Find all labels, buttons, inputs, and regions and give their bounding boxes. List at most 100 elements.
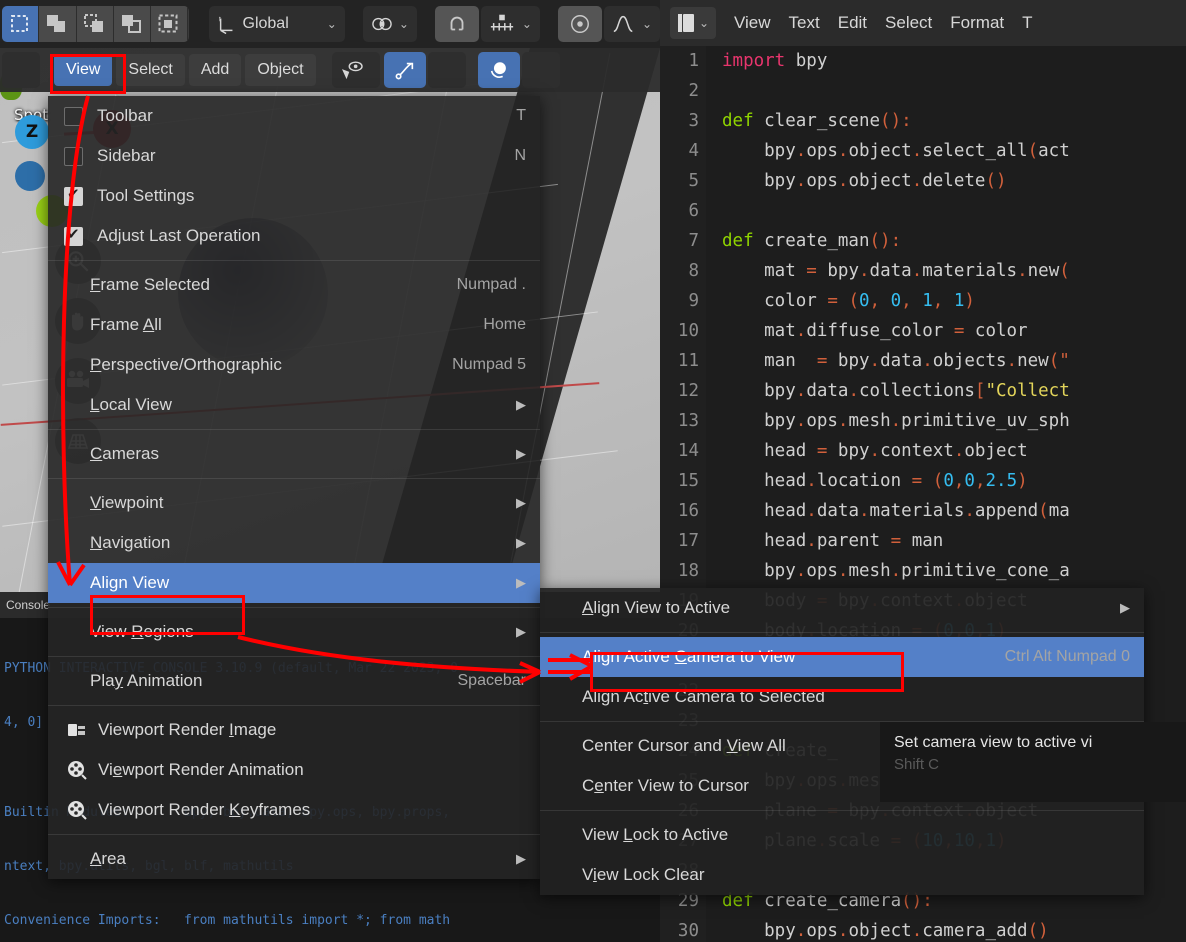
box-select-icon[interactable]	[39, 6, 77, 42]
view-menu-item-viewport-render-keyframes[interactable]: Viewport Render Keyframes	[48, 790, 540, 830]
checkbox-checked-icon[interactable]	[64, 185, 83, 206]
code-source[interactable]: def create_man():	[706, 226, 901, 256]
editor-menu-edit[interactable]: Edit	[838, 13, 867, 33]
menu-item-label: Play Animation	[90, 671, 203, 690]
menu-add[interactable]: Add	[188, 54, 242, 86]
circle-select-icon[interactable]	[76, 6, 114, 42]
code-source[interactable]: bpy.ops.object.camera_add()	[706, 916, 1049, 942]
chevron-down-icon[interactable]: ⌄	[327, 17, 337, 31]
chevron-down-icon[interactable]: ⌄	[522, 17, 532, 31]
code-source[interactable]: head.parent = man	[706, 526, 943, 556]
console-editor-label[interactable]: Console	[6, 598, 50, 612]
menu-view[interactable]: View	[54, 54, 113, 86]
code-source[interactable]: bpy.ops.object.select_all(act	[706, 136, 1070, 166]
code-source[interactable]: def clear_scene():	[706, 106, 912, 136]
view-menu-item-tool-settings[interactable]: Tool Settings	[48, 176, 540, 216]
code-source[interactable]: man = bpy.data.objects.new("	[706, 346, 1070, 376]
checkbox-checked-icon[interactable]	[64, 225, 83, 246]
view-menu-item-viewport-render-image[interactable]: Viewport Render Image	[48, 710, 540, 750]
transform-orientation-dropdown[interactable]: t Global ⌄	[208, 6, 345, 42]
align-submenu-item-align-active-camera-to-selected[interactable]: Align Active Camera to Selected	[540, 677, 1144, 717]
code-source[interactable]: mat.diffuse_color = color	[706, 316, 1027, 346]
view-menu-item-frame-selected[interactable]: Frame Selected Numpad .	[48, 265, 540, 305]
view-menu-item-perspective-orthographic[interactable]: Perspective/Orthographic Numpad 5	[48, 345, 540, 385]
code-source[interactable]: head.data.materials.append(ma	[706, 496, 1070, 526]
editor-menu-templates[interactable]: T	[1022, 13, 1032, 33]
code-source[interactable]: color = (0, 0, 1, 1)	[706, 286, 975, 316]
code-source[interactable]	[706, 196, 722, 226]
tooltip-text: Set camera view to active vi	[894, 734, 1093, 751]
line-number: 30	[677, 921, 699, 941]
gizmo-z-axis-ball[interactable]: Z	[15, 115, 49, 149]
gizmo-options-dropdown[interactable]	[427, 52, 466, 88]
view-menu-item-navigation[interactable]: Navigation ▶	[48, 523, 540, 563]
pivot-point-dropdown[interactable]: ⌄	[362, 6, 417, 42]
menu-item-label: Align View to Active	[582, 598, 731, 617]
code-source[interactable]	[706, 76, 722, 106]
align-submenu-item-view-lock-clear[interactable]: View Lock Clear	[540, 855, 1144, 895]
tweak-select-icon[interactable]	[2, 6, 40, 42]
code-source[interactable]: bpy.ops.mesh.primitive_cone_a	[706, 556, 1070, 586]
code-source[interactable]: bpy.data.collections["Collect	[706, 376, 1070, 406]
editor-menu-select[interactable]: Select	[885, 13, 932, 33]
code-source[interactable]: head.location = (0,0,2.5)	[706, 466, 1028, 496]
editor-menu-format[interactable]: Format	[950, 13, 1004, 33]
view-menu-item-frame-all[interactable]: Frame All Home	[48, 305, 540, 345]
checkbox-icon[interactable]	[64, 146, 83, 166]
falloff-curve-dropdown[interactable]: ⌄	[603, 6, 660, 42]
checkbox-icon[interactable]	[64, 106, 83, 126]
menu-item-label: Viewpoint	[90, 493, 164, 512]
line-number: 9	[688, 291, 699, 311]
overlays-options-dropdown[interactable]	[521, 52, 560, 88]
editor-type-dropdown[interactable]	[2, 52, 40, 88]
code-source[interactable]: import bpy	[706, 46, 827, 76]
view-menu-item-cameras[interactable]: Cameras ▶	[48, 434, 540, 474]
console-line: Convenience Imports: from mathutils impo…	[4, 913, 451, 928]
snap-increment-dropdown[interactable]: ⌄	[480, 6, 540, 42]
line-number: 4	[688, 141, 699, 161]
align-submenu-item-align-view-to-active[interactable]: Align View to Active ▶	[540, 588, 1144, 628]
align-submenu-item-view-lock-to-active[interactable]: View Lock to Active	[540, 815, 1144, 855]
view-menu-item-play-animation[interactable]: Play Animation Spacebar	[48, 661, 540, 701]
menu-select[interactable]: Select	[116, 54, 185, 86]
proportional-editing-icon[interactable]	[557, 6, 602, 42]
view-menu-item-viewport-render-animation[interactable]: Viewport Render Animation	[48, 750, 540, 790]
text-editor-icon[interactable]: ⌄	[670, 7, 716, 39]
code-source[interactable]: head = bpy.context.object	[706, 436, 1027, 466]
gizmo-negz-axis-ball[interactable]	[15, 161, 45, 191]
proportional-edit-group: ⌄	[557, 6, 660, 42]
chevron-down-icon[interactable]: ⌄	[699, 16, 709, 30]
view-menu-item-area[interactable]: Area ▶	[48, 839, 540, 879]
view-menu-item-adjust-last-operation[interactable]: Adjust Last Operation	[48, 216, 540, 256]
chevron-down-icon[interactable]: ⌄	[399, 17, 409, 31]
object-visibility-dropdown[interactable]	[331, 52, 380, 88]
view-menu-item-local-view[interactable]: Local View ▶	[48, 385, 540, 425]
view-menu-item-viewpoint[interactable]: Viewpoint ▶	[48, 483, 540, 523]
code-source[interactable]: mat = bpy.data.materials.new(	[706, 256, 1070, 286]
magnet-icon[interactable]	[434, 6, 479, 42]
viewport-header: View Select Add Object	[0, 48, 660, 92]
view-menu-dropdown[interactable]: Toolbar T Sidebar N Tool Settings Adjust Last…	[48, 96, 540, 879]
gizmo-icon[interactable]	[383, 52, 426, 88]
menu-item-shortcut: Numpad .	[456, 276, 526, 293]
line-number: 14	[677, 441, 699, 461]
editor-menu-text[interactable]: Text	[789, 13, 820, 33]
view-menu-item-sidebar[interactable]: Sidebar N	[48, 136, 540, 176]
menu-item-label: Viewport Render Keyframes	[98, 800, 311, 819]
menu-object[interactable]: Object	[245, 54, 316, 86]
editor-menu-view[interactable]: View	[734, 13, 771, 33]
lasso-select-icon[interactable]	[113, 6, 152, 42]
chevron-right-icon: ▶	[516, 851, 526, 866]
overlays-icon[interactable]	[477, 52, 520, 88]
code-source[interactable]: bpy.ops.mesh.primitive_uv_sph	[706, 406, 1070, 436]
view-menu-item-view-regions[interactable]: View Regions ▶	[48, 612, 540, 652]
align-submenu-item-align-active-camera-to-view[interactable]: Align Active Camera to View Ctrl Alt Nump…	[540, 637, 1144, 677]
code-source[interactable]: bpy.ops.object.delete()	[706, 166, 1006, 196]
view-menu-item-align-view[interactable]: Align View ▶	[48, 563, 540, 603]
line-number: 16	[677, 501, 699, 521]
menu-separator	[48, 260, 540, 261]
select-all-icon[interactable]	[151, 6, 189, 42]
gizmo-z-label: Z	[25, 122, 39, 142]
chevron-down-icon[interactable]: ⌄	[642, 17, 652, 31]
view-menu-item-toolbar[interactable]: Toolbar T	[48, 96, 540, 136]
